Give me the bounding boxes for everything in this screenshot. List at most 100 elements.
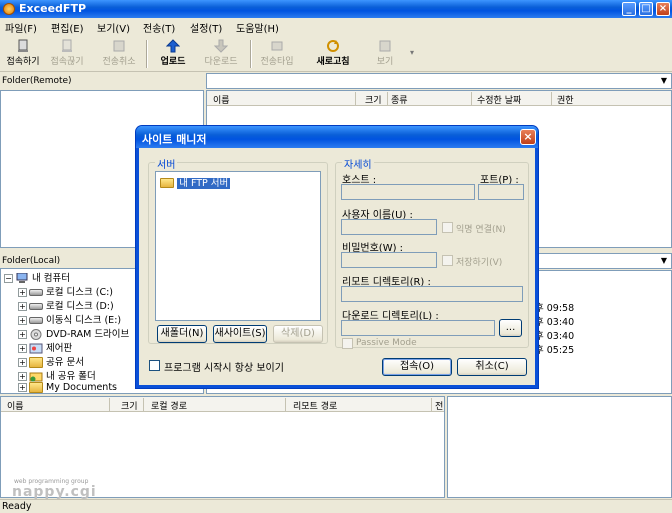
column-remote-path[interactable]: 리모트 경로 xyxy=(293,399,337,412)
folder-icon xyxy=(29,357,43,368)
minimize-button[interactable]: _ xyxy=(622,2,636,16)
refresh-button[interactable]: 새로고침 xyxy=(310,38,356,70)
title-bar: ExceedFTP _ □ × xyxy=(0,0,672,18)
remote-dir-input[interactable] xyxy=(341,286,523,302)
folder-icon xyxy=(160,178,174,188)
log-pane[interactable] xyxy=(447,396,672,498)
column-modified[interactable]: 수정한 날짜 xyxy=(477,93,521,106)
control-panel-icon xyxy=(29,343,43,354)
delete-button[interactable]: 삭제(D) xyxy=(273,325,323,343)
removable-drive-icon xyxy=(29,317,43,324)
menu-transfer[interactable]: 전송(T) xyxy=(143,20,175,35)
tree-item-control-panel[interactable]: + 제어판 xyxy=(18,340,72,354)
download-dir-input[interactable] xyxy=(341,320,495,336)
new-folder-button[interactable]: 새폴더(N) xyxy=(157,325,207,343)
transfer-type-button[interactable]: 전송타입 xyxy=(254,38,300,70)
dialog-title: 사이트 매니저 xyxy=(142,133,207,146)
column-local-path[interactable]: 로컬 경로 xyxy=(151,399,187,412)
status-text: Ready xyxy=(2,501,32,512)
server-group: 서버 내 FTP 서버 새폴더(N) 새사이트(S) 삭제(D) xyxy=(148,156,328,344)
host-input[interactable] xyxy=(341,184,475,200)
column-name[interactable]: 이름 xyxy=(213,93,230,106)
username-input[interactable] xyxy=(341,219,437,235)
disconnect-icon xyxy=(62,39,72,52)
tree-item-drive-e[interactable]: + 이동식 디스크 (E:) xyxy=(18,312,121,326)
maximize-button[interactable]: □ xyxy=(639,2,653,16)
column-permission[interactable]: 권한 xyxy=(557,93,574,106)
upload-icon xyxy=(166,39,180,53)
anonymous-label: 익명 연결(N) xyxy=(456,225,506,235)
dialog-close-button[interactable]: × xyxy=(520,129,536,145)
save-password-checkbox[interactable] xyxy=(442,255,453,266)
disconnect-button[interactable]: 접속끊기 xyxy=(44,38,90,70)
password-input[interactable] xyxy=(341,252,437,268)
column-size[interactable]: 크기 xyxy=(121,399,138,412)
folder-icon xyxy=(29,382,43,393)
transfer-type-icon xyxy=(271,41,283,51)
details-group-label: 자세히 xyxy=(342,156,374,171)
cancel-transfer-button[interactable]: 전송취소 xyxy=(96,38,142,70)
tree-item-drive-d[interactable]: + 로컬 디스크 (D:) xyxy=(18,298,114,312)
show-on-start-checkbox[interactable] xyxy=(149,360,160,371)
menu-settings[interactable]: 설정(T) xyxy=(190,20,222,35)
passive-mode-checkbox[interactable] xyxy=(342,338,353,349)
show-on-start-label: 프로그램 시작시 항상 보이기 xyxy=(164,363,284,374)
drive-icon xyxy=(29,303,43,310)
server-item-my-ftp[interactable]: 내 FTP 서버 xyxy=(160,175,231,189)
port-input[interactable] xyxy=(478,184,524,200)
menu-edit[interactable]: 편집(E) xyxy=(51,20,84,35)
status-bar: Ready xyxy=(0,499,672,513)
column-size[interactable]: 크기 xyxy=(365,93,382,106)
menu-bar: 파일(F) 편집(E) 보기(V) 전송(T) 설정(T) 도움말(H) xyxy=(0,18,672,36)
window-title: ExceedFTP xyxy=(19,2,87,15)
tree-item-my-computer[interactable]: − 내 컴퓨터 xyxy=(4,270,70,284)
connect-icon xyxy=(18,39,28,52)
toolbar: 접속하기 접속끊기 전송취소 업로드 다운로드 전송타입 새로고침 보기 ▾ xyxy=(0,36,672,72)
site-manager-dialog: 사이트 매니저 × 서버 내 FTP 서버 새폴더(N) 새사이트(S) 삭제(… xyxy=(136,126,538,388)
browse-button[interactable]: ... xyxy=(499,319,522,337)
computer-icon xyxy=(16,273,28,283)
modified-time: 후 03:40 xyxy=(535,331,575,342)
dvd-icon xyxy=(30,329,42,340)
menu-file[interactable]: 파일(F) xyxy=(5,20,37,35)
remote-path-combo[interactable]: ▼ xyxy=(206,73,672,89)
chevron-down-icon[interactable]: ▼ xyxy=(657,74,671,88)
close-button[interactable]: × xyxy=(656,2,670,16)
cancel-dialog-button[interactable]: 취소(C) xyxy=(457,358,527,376)
download-button[interactable]: 다운로드 xyxy=(198,38,244,70)
upload-button[interactable]: 업로드 xyxy=(150,38,196,70)
connect-button[interactable]: 접속하기 xyxy=(0,38,46,70)
passive-mode-label: Passive Mode xyxy=(356,338,417,348)
server-list[interactable]: 내 FTP 서버 xyxy=(155,171,321,321)
save-password-label: 저장하기(V) xyxy=(456,258,503,268)
modified-time: 후 09:58 xyxy=(535,303,575,314)
watermark-logo: nappy.cgi xyxy=(12,484,97,500)
tree-item-my-shared[interactable]: + 내 공유 폴더 xyxy=(18,368,96,382)
app-icon xyxy=(3,3,15,15)
shared-folder-icon xyxy=(29,372,43,382)
view-dropdown-arrow-icon[interactable]: ▾ xyxy=(410,48,414,57)
queue-columns: 이름 크기 로컬 경로 리모트 경로 전 xyxy=(1,397,444,412)
column-transfer[interactable]: 전 xyxy=(435,399,443,412)
refresh-icon xyxy=(327,40,339,52)
column-type[interactable]: 종류 xyxy=(391,93,408,106)
view-button[interactable]: 보기 xyxy=(362,38,408,70)
tree-item-dvd[interactable]: + DVD-RAM 드라이브 xyxy=(18,326,129,340)
tree-item-drive-c[interactable]: + 로컬 디스크 (C:) xyxy=(18,284,113,298)
menu-help[interactable]: 도움말(H) xyxy=(236,20,279,35)
drive-icon xyxy=(29,289,43,296)
column-name[interactable]: 이름 xyxy=(7,399,24,412)
remote-columns: 이름 크기 종류 수정한 날짜 권한 xyxy=(207,91,671,106)
tree-item-shared-docs[interactable]: + 공유 문서 xyxy=(18,354,84,368)
toolbar-separator xyxy=(146,40,147,68)
new-site-button[interactable]: 새사이트(S) xyxy=(213,325,267,343)
chevron-down-icon[interactable]: ▼ xyxy=(657,254,671,268)
toolbar-separator xyxy=(250,40,251,68)
anonymous-checkbox[interactable] xyxy=(442,222,453,233)
tree-item-my-documents[interactable]: + My Documents xyxy=(18,382,117,396)
connect-dialog-button[interactable]: 접속(O) xyxy=(382,358,452,376)
modified-time: 후 05:25 xyxy=(535,345,575,356)
menu-view[interactable]: 보기(V) xyxy=(97,20,130,35)
download-icon xyxy=(214,39,228,53)
dialog-title-bar: 사이트 매니저 × xyxy=(136,126,538,148)
